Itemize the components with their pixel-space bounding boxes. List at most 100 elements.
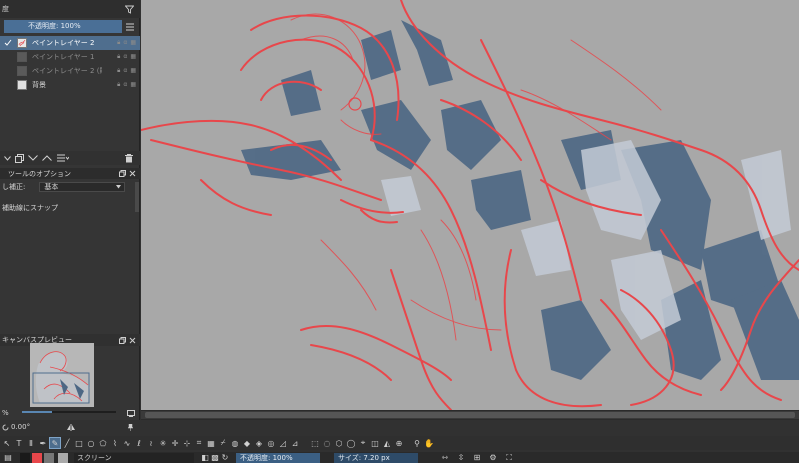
text-tool-icon[interactable]: T — [14, 438, 24, 448]
brush-icon[interactable]: ✎ — [49, 437, 61, 449]
polyline-icon[interactable]: ⌇ — [110, 438, 120, 448]
assistant-icon[interactable]: ◎ — [266, 438, 276, 448]
layer-visible-check-empty[interactable] — [3, 66, 13, 76]
crop-icon[interactable]: ⌗ — [194, 438, 204, 448]
layer-row-paint-1[interactable]: ペイントレイヤー 1 🔒︎ α ▦ — [0, 50, 140, 64]
canvas-scrollbar-thumb[interactable] — [145, 412, 795, 418]
drawing-canvas[interactable] — [141, 0, 799, 410]
canvas-preview-thumbnail[interactable] — [30, 343, 94, 407]
select-shapes-icon[interactable]: ↖ — [2, 438, 12, 448]
trash-icon[interactable] — [124, 153, 134, 163]
size-slider[interactable]: サイズ: 7.20 px — [334, 452, 418, 463]
eraser-mode-icon[interactable]: ◧ — [200, 453, 210, 463]
rectangle-icon[interactable]: □ — [74, 438, 84, 448]
blend-mode-value[interactable]: 度 — [2, 4, 9, 14]
rotation-value[interactable]: 0.00° — [11, 423, 30, 431]
color-picker-icon[interactable]: ⌿ — [218, 438, 228, 448]
lock-icon[interactable]: 🔒︎ — [117, 53, 120, 61]
layer-name[interactable]: ペイントレイヤー 2 (貼り付け) — [32, 66, 102, 76]
inherit-alpha-icon[interactable]: ▦ — [130, 53, 136, 61]
fill-icon[interactable]: ◆ — [242, 438, 252, 448]
canvas-area[interactable] — [141, 0, 799, 420]
layer-name[interactable]: 背景 — [32, 80, 102, 90]
dynamic-brush-icon[interactable]: ≀ — [146, 438, 156, 448]
line-icon[interactable]: ╱ — [62, 438, 72, 448]
gradient-swatch[interactable] — [58, 452, 68, 463]
settings-icon[interactable]: ⚙ — [488, 453, 498, 463]
layer-opacity-slider[interactable]: 不透明度: 100% — [4, 20, 122, 33]
polygon-select-icon[interactable]: ⬡ — [334, 438, 344, 448]
rect-select-icon[interactable]: ⬚ — [310, 438, 320, 448]
preset-icon[interactable]: ▤ — [2, 453, 14, 463]
stabilizer-select[interactable]: 基本 — [39, 182, 126, 192]
pattern-swatch[interactable] — [44, 452, 54, 463]
preview-zoom-slider[interactable] — [22, 411, 116, 413]
pan-icon[interactable]: ✋ — [424, 438, 434, 448]
layer-row-paint-2[interactable]: ペイントレイヤー 2 🔒︎ α ▦ — [0, 36, 140, 50]
layer-name[interactable]: ペイントレイヤー 2 — [32, 38, 102, 48]
move-icon[interactable]: ✛ — [170, 438, 180, 448]
inherit-alpha-icon[interactable]: ▦ — [130, 81, 136, 89]
edit-shapes-icon[interactable]: Ⅱ — [26, 438, 36, 448]
multibrush-icon[interactable]: ✳ — [158, 438, 168, 448]
transform-icon[interactable]: ⊹ — [182, 438, 192, 448]
magnetic-select-icon[interactable]: ⊕ — [394, 438, 404, 448]
fit-view-icon[interactable] — [126, 409, 135, 417]
mirror-icon[interactable] — [66, 423, 75, 431]
lock-icon[interactable]: 🔒︎ — [117, 81, 120, 89]
filter-icon[interactable] — [124, 4, 134, 14]
snap-to-assistant-label[interactable]: 補助線にスナップ — [2, 203, 58, 213]
close-docker-icon[interactable] — [128, 170, 136, 177]
fg-color-swatch[interactable] — [20, 452, 30, 463]
reload-preset-icon[interactable]: ↻ — [220, 453, 230, 463]
ellipse-select-icon[interactable]: ◌ — [322, 438, 332, 448]
inherit-alpha-icon[interactable]: ▦ — [130, 67, 136, 75]
colorize-icon[interactable]: ◈ — [254, 438, 264, 448]
alpha-lock-flag[interactable]: α — [123, 81, 127, 89]
rotate-icon[interactable] — [1, 424, 9, 431]
wrap-around-icon[interactable]: ⊞ — [472, 453, 482, 463]
layer-row-background[interactable]: 背景 🔒︎ α ▦ — [0, 78, 140, 92]
float-docker-icon[interactable] — [118, 336, 126, 344]
float-docker-icon[interactable] — [118, 170, 126, 177]
ellipse-icon[interactable]: ○ — [86, 438, 96, 448]
freehand-select-icon[interactable]: ◯ — [346, 438, 356, 448]
reference-icon[interactable]: ⊿ — [290, 438, 300, 448]
opacity-slider[interactable]: 不透明度: 100% — [236, 452, 320, 463]
layer-name[interactable]: ペイントレイヤー 1 — [32, 52, 102, 62]
mirror-vertical-icon[interactable]: ⇳ — [456, 453, 466, 463]
tool-options-scrollbar[interactable] — [135, 182, 139, 212]
smart-patch-icon[interactable]: ◍ — [230, 438, 240, 448]
bezier-icon[interactable]: ∿ — [122, 438, 132, 448]
pin-icon[interactable] — [126, 423, 135, 431]
calligraphy-icon[interactable]: ✒ — [38, 438, 48, 448]
inherit-alpha-icon[interactable]: ▦ — [130, 39, 136, 47]
alpha-lock-flag[interactable]: α — [123, 39, 127, 47]
lock-icon[interactable]: 🔒︎ — [117, 39, 120, 47]
polygon-icon[interactable]: ⬠ — [98, 438, 108, 448]
duplicate-layer-icon[interactable] — [12, 153, 26, 163]
layer-properties-icon[interactable] — [54, 154, 72, 162]
measure-icon[interactable]: ◿ — [278, 438, 288, 448]
bezier-select-icon[interactable]: ◭ — [382, 438, 392, 448]
gradient-icon[interactable]: ▦ — [206, 438, 216, 448]
chevron-down-icon[interactable] — [2, 155, 12, 161]
lock-icon[interactable]: 🔒︎ — [117, 67, 120, 75]
layer-visible-check-icon[interactable] — [3, 38, 13, 48]
alpha-lock-flag[interactable]: α — [123, 67, 127, 75]
layer-row-paint-2-paste[interactable]: ペイントレイヤー 2 (貼り付け) 🔒︎ α ▦ — [0, 64, 140, 78]
blend-mode-select[interactable]: スクリーン — [74, 452, 194, 463]
zoom-icon[interactable]: ⚲ — [412, 438, 422, 448]
bg-color-swatch[interactable] — [32, 452, 42, 463]
snap-row[interactable]: 補助線にスナップ — [0, 202, 140, 213]
freehand-path-icon[interactable]: ℓ — [134, 438, 144, 448]
move-down-icon[interactable] — [26, 155, 40, 161]
canvas-horizontal-scrollbar[interactable] — [141, 411, 799, 419]
similar-select-icon[interactable]: ◫ — [370, 438, 380, 448]
contiguous-select-icon[interactable]: ⌖ — [358, 438, 368, 448]
layer-visible-check-empty[interactable] — [3, 52, 13, 62]
close-docker-icon[interactable] — [128, 337, 136, 344]
fullscreen-icon[interactable]: ⛶ — [504, 453, 514, 463]
move-up-icon[interactable] — [40, 155, 54, 161]
mirror-horizontal-icon[interactable]: ⇿ — [440, 453, 450, 463]
